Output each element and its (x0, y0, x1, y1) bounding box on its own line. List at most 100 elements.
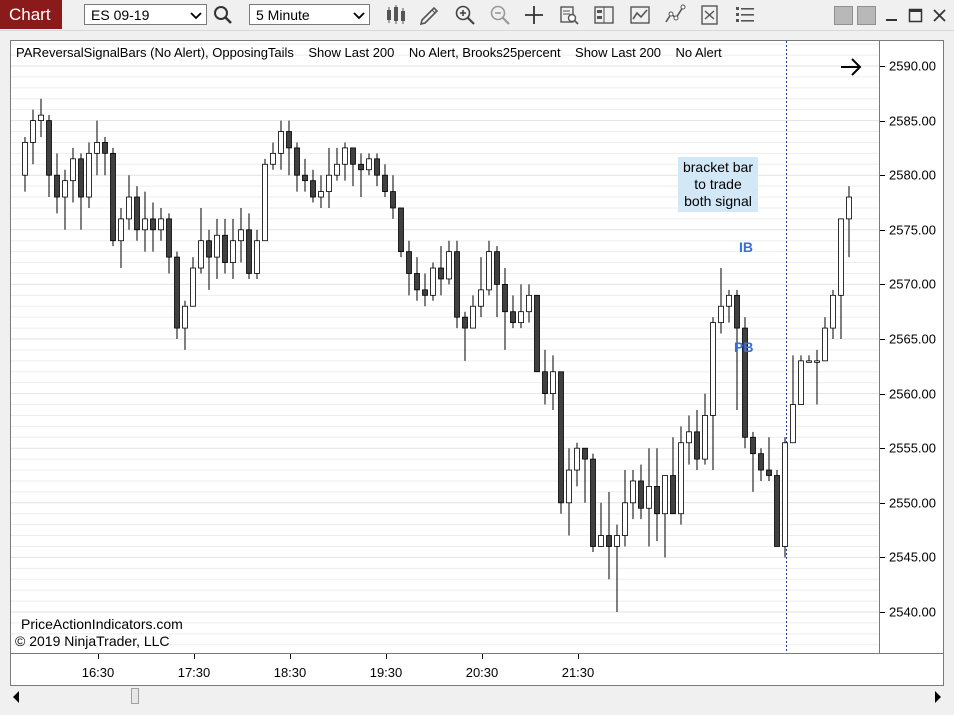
candle-body (222, 234, 228, 263)
candle (102, 136, 108, 176)
minimize-icon[interactable] (882, 6, 901, 25)
data-box-icon[interactable] (557, 3, 581, 27)
candle-body (118, 218, 124, 242)
candle (206, 229, 212, 290)
candle-body (38, 114, 44, 121)
scroll-left-icon[interactable] (12, 690, 20, 708)
candle-body (542, 371, 548, 395)
candle (758, 448, 764, 481)
tile-right-icon[interactable] (857, 6, 876, 25)
close-icon[interactable] (930, 6, 949, 25)
scroll-thumb[interactable] (131, 688, 139, 704)
zoom-out-icon[interactable] (488, 3, 512, 27)
chart-tab[interactable]: Chart (0, 0, 62, 29)
candle-body (438, 267, 444, 280)
candle-body (566, 469, 572, 504)
candle (774, 470, 780, 547)
candle-body (766, 469, 772, 476)
strategies-icon[interactable] (663, 3, 687, 27)
candle (726, 289, 732, 323)
candle (126, 175, 132, 230)
indicator-labels: PAReversalSignalBars (No Alert), Opposin… (16, 45, 722, 60)
candle-body (686, 431, 692, 444)
candle-body (422, 289, 428, 296)
candle-body (294, 147, 300, 176)
horizontal-scrollbar[interactable] (10, 687, 944, 705)
candle-body (278, 131, 284, 154)
candle-body (102, 142, 108, 154)
candle-body (86, 152, 92, 198)
candle-body (318, 191, 324, 198)
time-tick-label: 19:30 (369, 665, 403, 680)
candle (750, 431, 756, 492)
maximize-icon[interactable] (906, 6, 925, 25)
candle-body (134, 196, 140, 231)
properties-icon[interactable] (733, 3, 757, 27)
candle (582, 447, 588, 503)
candle-body (94, 142, 100, 154)
candle-body (142, 218, 148, 231)
candle (742, 317, 748, 449)
price-tick-mark (880, 120, 885, 122)
candle (630, 470, 636, 520)
tile-left-icon[interactable] (834, 6, 853, 25)
price-tick-mark (880, 175, 885, 177)
draw-pencil-icon[interactable] (418, 3, 442, 27)
candle (278, 120, 284, 170)
candle (814, 349, 820, 405)
candle-body (758, 453, 764, 471)
price-tick-label: 2590.00 (889, 58, 936, 74)
scroll-right-icon[interactable] (934, 690, 942, 708)
price-tick-mark (880, 448, 885, 450)
candle (334, 147, 340, 181)
candle-body (486, 251, 492, 291)
candle (430, 262, 436, 301)
candle (238, 207, 244, 263)
candle-body (230, 240, 236, 263)
candle (438, 246, 444, 296)
chart-trader-icon[interactable] (592, 3, 616, 27)
time-axis[interactable]: 16:30 17:30 18:30 19:30 20:30 21:30 (10, 654, 944, 686)
candle-body (174, 256, 180, 329)
bars-type-icon[interactable] (384, 3, 408, 27)
candle-body (646, 486, 652, 509)
candle (470, 295, 476, 329)
candle-body (574, 447, 580, 471)
zoom-in-icon[interactable] (453, 3, 477, 27)
chart-tab-label: Chart (9, 5, 51, 24)
templates-icon[interactable] (698, 3, 722, 27)
candle (606, 491, 612, 580)
interval-select[interactable]: 5 Minute (249, 4, 370, 25)
price-tick-mark (880, 393, 885, 395)
chart-panel[interactable]: PAReversalSignalBars (No Alert), Opposin… (10, 40, 880, 654)
candle (590, 453, 596, 552)
search-icon[interactable] (211, 3, 235, 27)
candle-body (30, 120, 36, 143)
candle (838, 218, 844, 339)
toolbar: Chart ES 09-19 5 Minute (0, 0, 954, 31)
candle-body (214, 234, 220, 258)
candle (222, 218, 228, 274)
candle (310, 169, 316, 203)
instrument-select[interactable]: ES 09-19 (84, 4, 207, 25)
crosshair-icon[interactable] (522, 3, 546, 27)
candle (30, 109, 36, 165)
candle (318, 175, 324, 208)
candle (270, 142, 276, 170)
candle-body (350, 147, 356, 165)
candle (478, 257, 484, 318)
candle-body (462, 316, 468, 329)
arrow-right-icon[interactable] (839, 55, 863, 84)
candle (118, 207, 124, 269)
indicators-icon[interactable] (628, 3, 652, 27)
candle (78, 153, 84, 230)
candle (806, 355, 812, 363)
candle (350, 147, 356, 187)
candle-body (702, 415, 708, 460)
candle-body (526, 294, 532, 313)
price-axis[interactable]: 2590.00 2585.00 2580.00 2575.00 2570.00 2565.… (880, 40, 944, 654)
candle-body (622, 502, 628, 536)
candle (134, 186, 140, 241)
callout-line-1: bracket bar (682, 159, 754, 175)
candle (382, 164, 388, 198)
